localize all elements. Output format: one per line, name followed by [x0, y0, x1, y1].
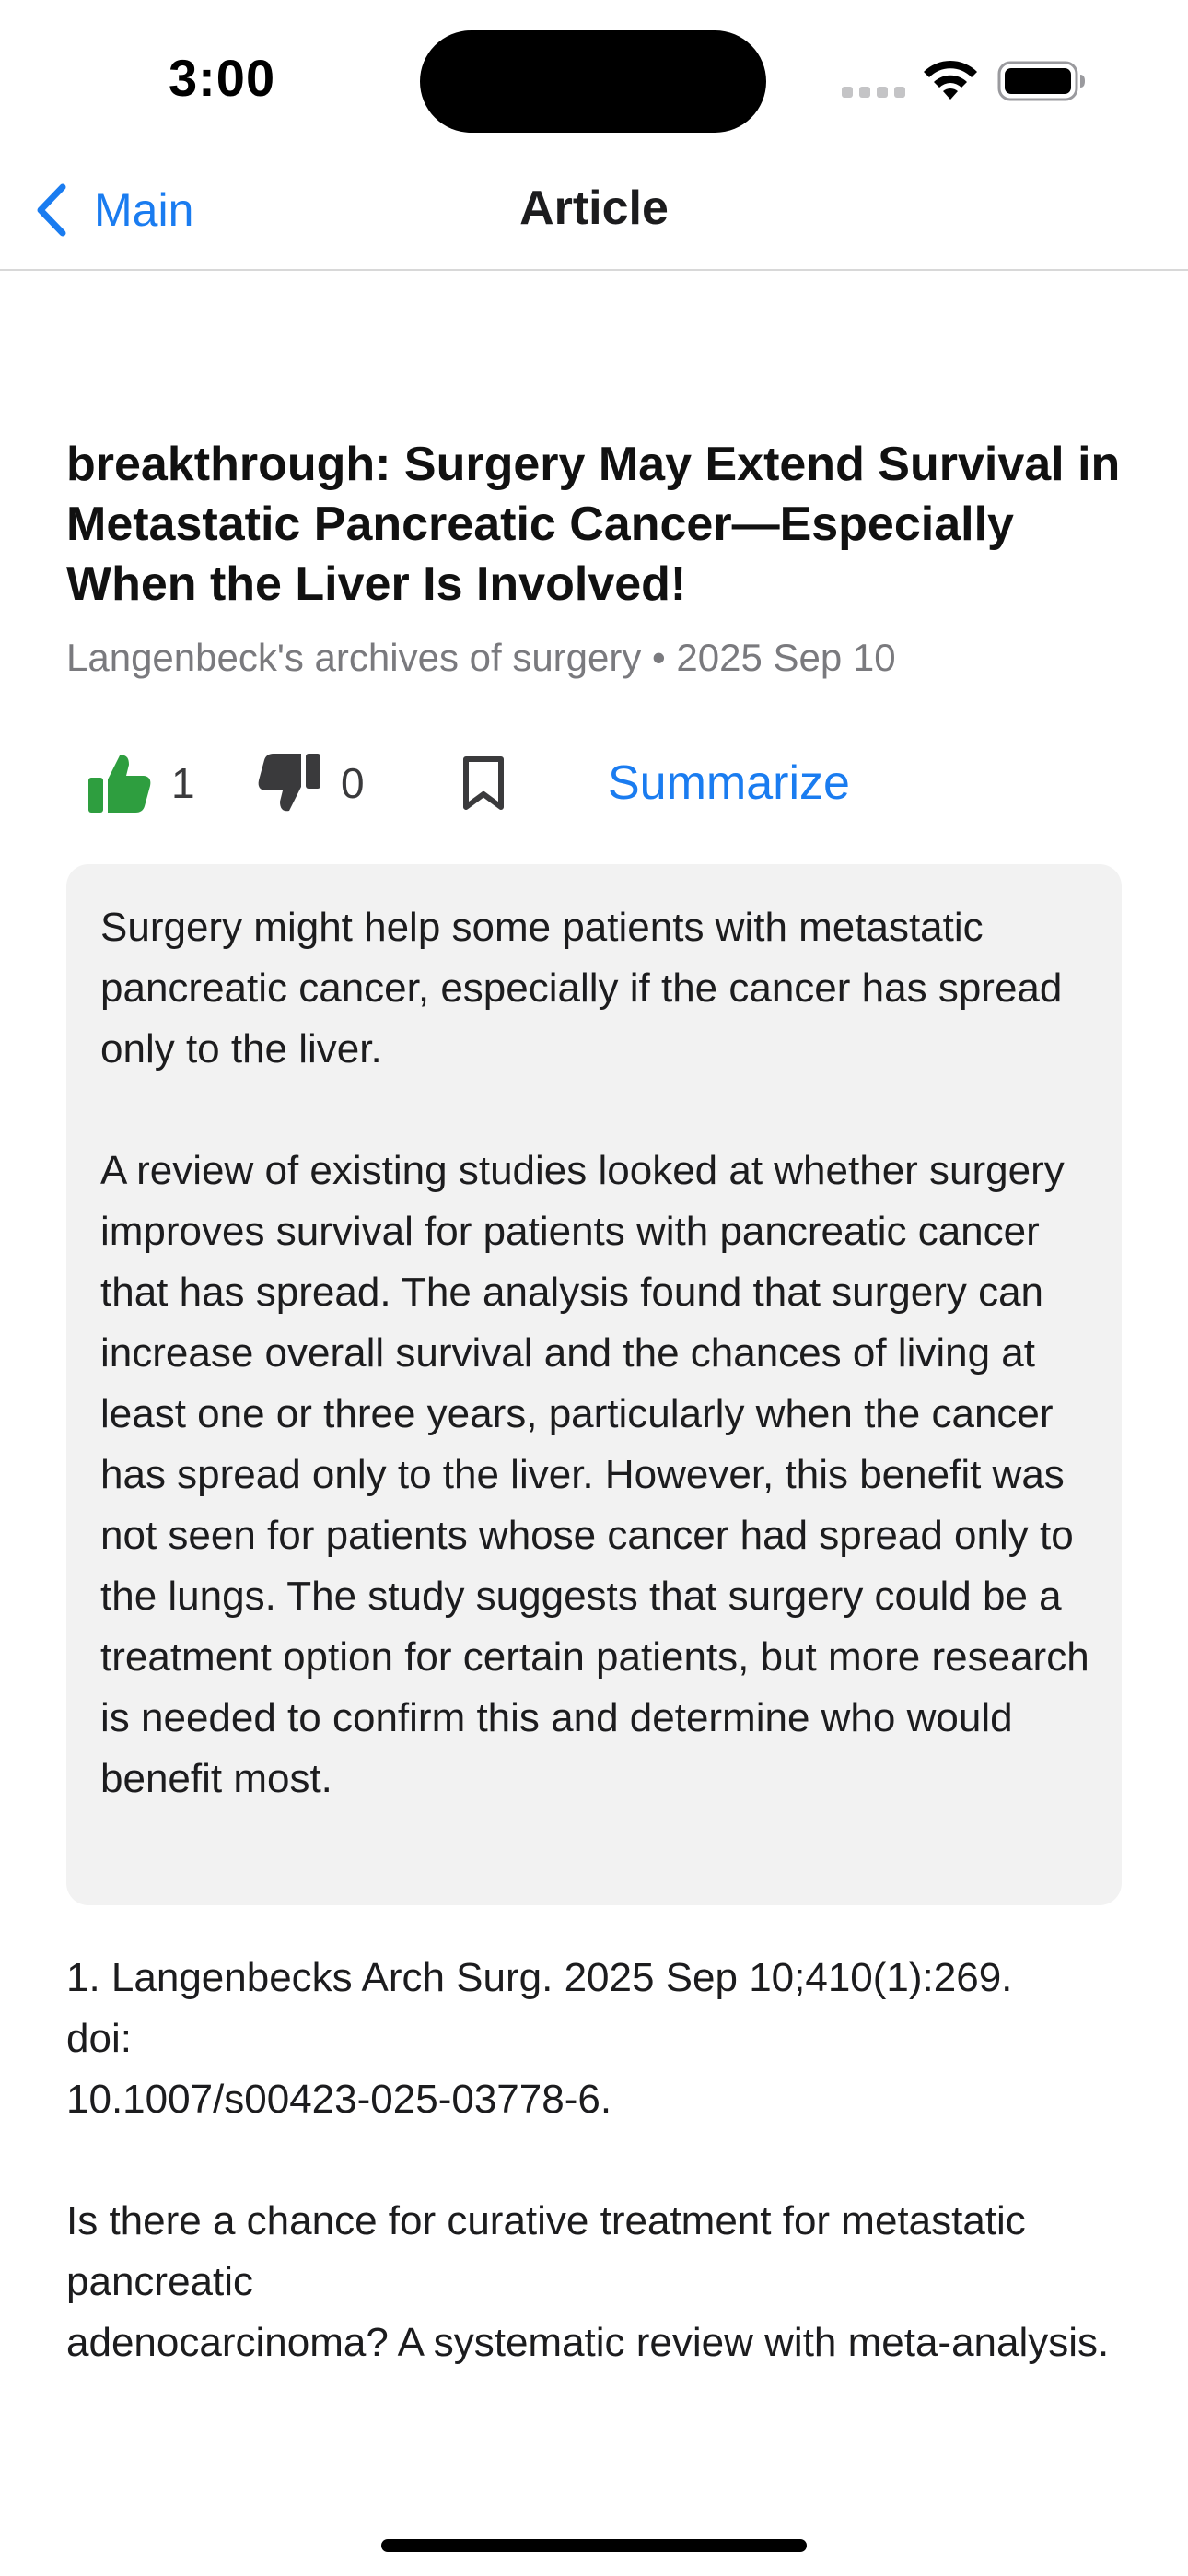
dislike-button[interactable]: 0: [256, 737, 365, 829]
status-time: 3:00: [169, 49, 276, 107]
article-title: breakthrough: Surgery May Extend Surviva…: [66, 438, 1121, 611]
like-count: 1: [171, 759, 195, 807]
summarize-label: Summarize: [608, 756, 850, 810]
summary-card: Surgery might help some patients with me…: [66, 864, 1122, 1905]
article-actions: 1 0 Summarize: [0, 737, 1188, 829]
page-title: Article: [519, 181, 669, 235]
wifi-icon: [924, 60, 977, 100]
thumbs-down-icon: [258, 754, 320, 812]
battery-icon: [997, 61, 1085, 101]
dynamic-island: [420, 30, 766, 133]
nav-divider: [0, 269, 1188, 271]
article-meta: Langenbeck's archives of surgery • 2025 …: [66, 636, 896, 679]
thumbs-up-icon: [88, 755, 151, 813]
summarize-button[interactable]: Summarize: [608, 737, 850, 829]
bookmark-icon: [463, 756, 504, 810]
cellular-signal-icon: [842, 87, 905, 98]
bookmark-button[interactable]: [460, 737, 507, 829]
citation-text: 1. Langenbecks Arch Surg. 2025 Sep 10;41…: [66, 1955, 1110, 2365]
home-indicator[interactable]: [381, 2539, 807, 2552]
summary-text: Surgery might help some patients with me…: [100, 905, 1089, 1801]
like-button[interactable]: 1: [87, 737, 195, 829]
dislike-count: 0: [341, 759, 365, 807]
